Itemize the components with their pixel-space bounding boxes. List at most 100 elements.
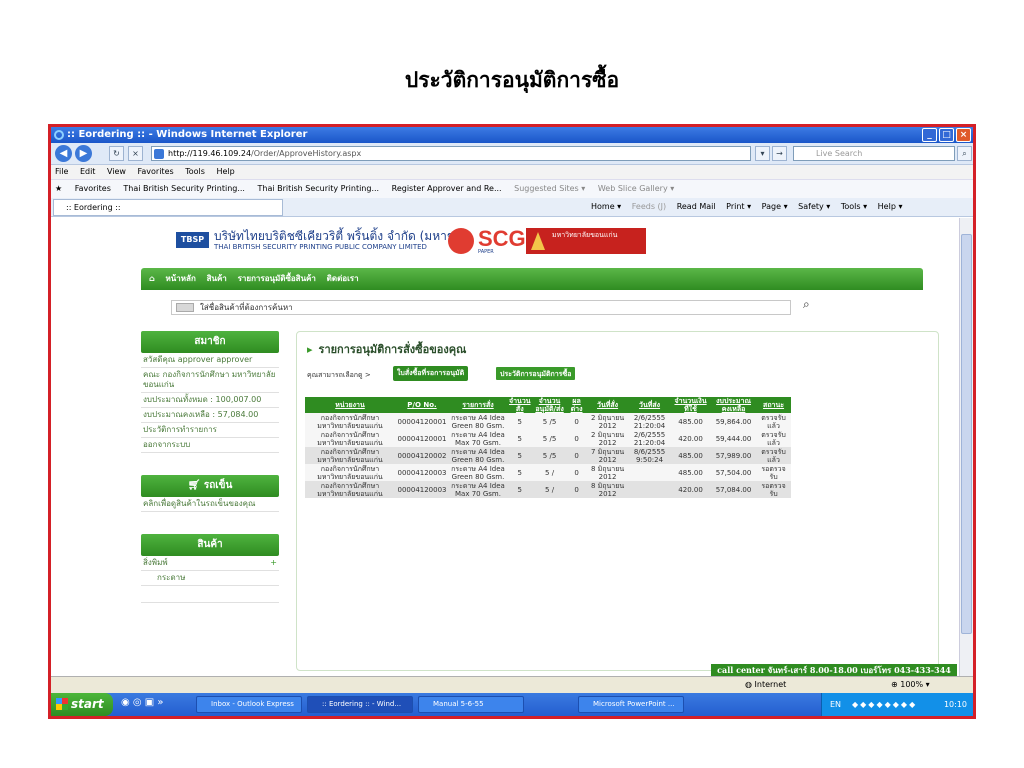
web-slice-gallery-link[interactable]: Web Slice Gallery ▾ <box>598 184 674 193</box>
zoom-value: 100% <box>900 680 924 689</box>
menu-favorites[interactable]: Favorites <box>138 167 174 176</box>
system-tray: EN ◆◆◆◆◆◆◆◆ 10:10 <box>821 693 973 716</box>
nav-products[interactable]: สินค้า <box>207 274 227 283</box>
logout-link[interactable]: ออกจากระบบ <box>141 438 279 453</box>
tools-menu[interactable]: Tools ▾ <box>841 202 867 211</box>
call-center-banner: call center จันทร์-เสาร์ 8.00-18.00 เบอร… <box>711 664 957 676</box>
close-icon[interactable]: × <box>956 128 971 142</box>
favorite-link[interactable]: Thai British Security Printing... <box>258 184 380 193</box>
menu-view[interactable]: View <box>107 167 126 176</box>
address-dropdown-icon[interactable]: ▾ <box>755 146 770 161</box>
tab-bar: :: Eordering :: Home ▾ Feeds (J) Read Ma… <box>51 198 973 217</box>
main-nav: ⌂ หน้าหลัก สินค้า รายการอนุมัติซื้อสินค้… <box>141 268 923 290</box>
sidebar: สมาชิก สวัสดีคุณ approver approver คณะ ก… <box>141 331 279 603</box>
tab-eordering[interactable]: :: Eordering :: <box>53 199 283 216</box>
category-empty <box>141 586 279 603</box>
col-po-no[interactable]: P/O No. <box>395 397 449 413</box>
view-choice-label: คุณสามารถเลือกดู > <box>307 371 371 379</box>
task-eordering[interactable]: :: Eordering :: - Wind... <box>307 696 413 713</box>
slide-title: ประวัติการอนุมัติการซื้อ <box>404 67 620 92</box>
pending-approval-button[interactable]: ใบสั่งซื้อที่รอการอนุมัติ <box>393 366 469 381</box>
cell-order-date: 8 มิถุนายน 2012 <box>586 481 629 498</box>
help-menu[interactable]: Help ▾ <box>878 202 903 211</box>
menu-tools[interactable]: Tools <box>185 167 205 176</box>
nav-contact[interactable]: ติดต่อเรา <box>327 274 359 283</box>
command-bar: Home ▾ Feeds (J) Read Mail Print ▾ Page … <box>591 198 910 216</box>
cell-po-no: 00004120002 <box>395 447 449 464</box>
back-icon[interactable]: ◀ <box>55 145 72 162</box>
category-printing[interactable]: สิ่งพิมพ์ + <box>141 556 279 571</box>
menu-edit[interactable]: Edit <box>80 167 96 176</box>
col-amount[interactable]: จำนวนเงินที่ใช้ <box>670 397 711 413</box>
vertical-scrollbar[interactable] <box>959 218 973 676</box>
task-manual-folder[interactable]: Manual 5-6-55 <box>418 696 524 713</box>
cell-delivery-date <box>628 481 671 498</box>
cell-qty: 5 <box>507 481 533 498</box>
col-item[interactable]: รายการสั่ง <box>449 397 507 413</box>
cell-department: กองกิจการนักศึกษา มหาวิทยาลัยขอนแก่น <box>305 413 395 430</box>
category-paper[interactable]: กระดาษ <box>141 571 279 586</box>
suggested-sites-link[interactable]: Suggested Sites ▾ <box>514 184 585 193</box>
cell-status: ตรวจรับแล้ว <box>756 413 791 430</box>
globe-icon: ◍ <box>745 680 752 689</box>
start-button[interactable]: start <box>51 693 113 716</box>
task-powerpoint[interactable]: Microsoft PowerPoint ... <box>578 696 684 713</box>
cart-title: รถเข็น <box>203 480 233 491</box>
col-approved[interactable]: จำนวนอนุมัติ/ส่ง <box>532 397 567 413</box>
cell-qty: 5 <box>507 413 533 430</box>
cell-order-date: 7 มิถุนายน 2012 <box>586 447 629 464</box>
cell-item: กระดาษ A4 Idea Green 80 Gsm. <box>449 413 507 430</box>
search-button-icon[interactable]: ⌕ <box>803 297 817 311</box>
task-outlook[interactable]: Inbox - Outlook Express <box>196 696 302 713</box>
refresh-icon[interactable]: ↻ <box>109 146 124 161</box>
col-order-date[interactable]: วันที่สั่ง <box>586 397 629 413</box>
feeds-button[interactable]: Feeds (J) <box>632 202 666 211</box>
col-status[interactable]: สถานะ <box>756 397 791 413</box>
go-icon[interactable]: → <box>772 146 787 161</box>
minimize-icon[interactable]: _ <box>922 128 937 142</box>
read-mail-button[interactable]: Read Mail <box>677 202 716 211</box>
cell-approved: 5 /5 <box>532 413 567 430</box>
menu-help[interactable]: Help <box>216 167 234 176</box>
print-button[interactable]: Print ▾ <box>726 202 751 211</box>
cell-amount: 485.00 <box>670 447 711 464</box>
expand-icon[interactable]: + <box>270 558 277 568</box>
address-bar[interactable]: http://119.46.109.24/Order/ApproveHistor… <box>151 146 751 161</box>
cell-status: รอตรวจรับ <box>756 481 791 498</box>
col-delivery-date[interactable]: วันที่ส่ง <box>628 397 671 413</box>
col-diff[interactable]: ผลต่าง <box>566 397 587 413</box>
cell-po-no: 00004120001 <box>395 413 449 430</box>
maximize-icon[interactable]: □ <box>939 128 954 142</box>
safety-menu[interactable]: Safety ▾ <box>798 202 830 211</box>
cell-amount: 485.00 <box>670 413 711 430</box>
live-search-input[interactable]: Live Search <box>793 146 955 161</box>
search-icon[interactable]: ⌕ <box>957 146 972 161</box>
menu-file[interactable]: File <box>55 167 68 176</box>
nav-home[interactable]: หน้าหลัก <box>166 274 196 283</box>
taskbar: start ◉ ◎ ▣ » Inbox - Outlook Express ::… <box>51 693 973 716</box>
col-qty[interactable]: จำนวนสั่ง <box>507 397 533 413</box>
product-search-input[interactable]: ใส่ชื่อสินค้าที่ต้องการค้นหา <box>171 300 791 315</box>
forward-icon[interactable]: ▶ <box>75 145 92 162</box>
col-remaining[interactable]: งบประมาณคงเหลือ <box>710 397 757 413</box>
stop-icon[interactable]: × <box>128 146 143 161</box>
scrollbar-thumb[interactable] <box>961 234 972 634</box>
home-button[interactable]: Home ▾ <box>591 202 621 211</box>
favorites-star-icon[interactable]: ★ <box>55 184 62 193</box>
nav-approval-list[interactable]: รายการอนุมัติซื้อสินค้า <box>238 274 316 283</box>
view-cart-link[interactable]: คลิกเพื่อดูสินค้าในรถเข็นของคุณ <box>141 497 279 512</box>
zoom-level[interactable]: ⊕ 100% ▾ <box>891 677 930 693</box>
favorite-link[interactable]: Register Approver and Re... <box>392 184 502 193</box>
page-menu[interactable]: Page ▾ <box>762 202 788 211</box>
tray-icons[interactable]: ◆◆◆◆◆◆◆◆ <box>852 693 917 716</box>
transaction-history-link[interactable]: ประวัติการทำรายการ <box>141 423 279 438</box>
cell-status: ตรวจรับแล้ว <box>756 430 791 447</box>
approval-history-button[interactable]: ประวัติการอนุมัติการซื้อ <box>495 366 577 381</box>
favorite-link[interactable]: Thai British Security Printing... <box>123 184 245 193</box>
zoom-icon: ⊕ <box>891 680 898 689</box>
window-titlebar: :: Eordering :: - Windows Internet Explo… <box>51 127 973 143</box>
favorites-button[interactable]: Favorites <box>75 184 111 193</box>
cell-diff: 0 <box>566 430 587 447</box>
col-department[interactable]: หน่วยงาน <box>305 397 395 413</box>
language-indicator[interactable]: EN <box>830 693 841 716</box>
